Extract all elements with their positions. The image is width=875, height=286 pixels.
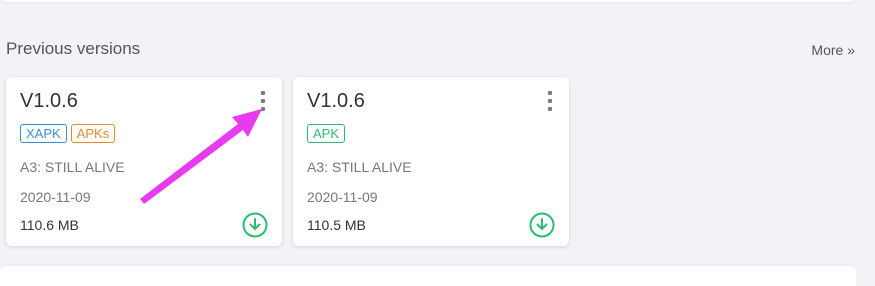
download-icon[interactable] bbox=[242, 212, 268, 238]
app-name: A3: STILL ALIVE bbox=[20, 159, 125, 175]
menu-dot bbox=[548, 99, 552, 103]
tag-list: XAPK APKs bbox=[20, 124, 116, 143]
menu-dot bbox=[548, 91, 552, 95]
more-options-icon[interactable] bbox=[545, 91, 555, 111]
section-title: Previous versions bbox=[6, 39, 141, 58]
menu-dot bbox=[261, 91, 265, 95]
menu-dot bbox=[548, 107, 552, 111]
version-label: V1.0.6 bbox=[307, 90, 365, 112]
release-date: 2020-11-09 bbox=[307, 189, 378, 205]
more-options-icon[interactable] bbox=[258, 91, 268, 111]
download-icon[interactable] bbox=[529, 212, 555, 238]
tag-list: APK bbox=[307, 124, 346, 143]
version-label: V1.0.6 bbox=[20, 90, 78, 112]
menu-dot bbox=[261, 107, 265, 111]
tag-apk: APK bbox=[307, 124, 346, 143]
tag-xapk: XAPK bbox=[20, 124, 67, 143]
menu-dot bbox=[261, 99, 265, 103]
tag-apks: APKs bbox=[70, 124, 116, 143]
file-size: 110.5 MB bbox=[307, 217, 366, 233]
version-card[interactable]: V1.0.6 XAPK APKs A3: STILL ALIVE 2020-11… bbox=[6, 77, 282, 246]
app-name: A3: STILL ALIVE bbox=[307, 159, 412, 175]
more-link[interactable]: More » bbox=[811, 42, 855, 58]
file-size: 110.6 MB bbox=[20, 217, 79, 233]
version-card[interactable]: V1.0.6 APK A3: STILL ALIVE 2020-11-09 11… bbox=[293, 77, 569, 246]
release-date: 2020-11-09 bbox=[20, 189, 91, 205]
previous-section-panel bbox=[0, 0, 856, 2]
next-section-panel bbox=[0, 266, 856, 286]
